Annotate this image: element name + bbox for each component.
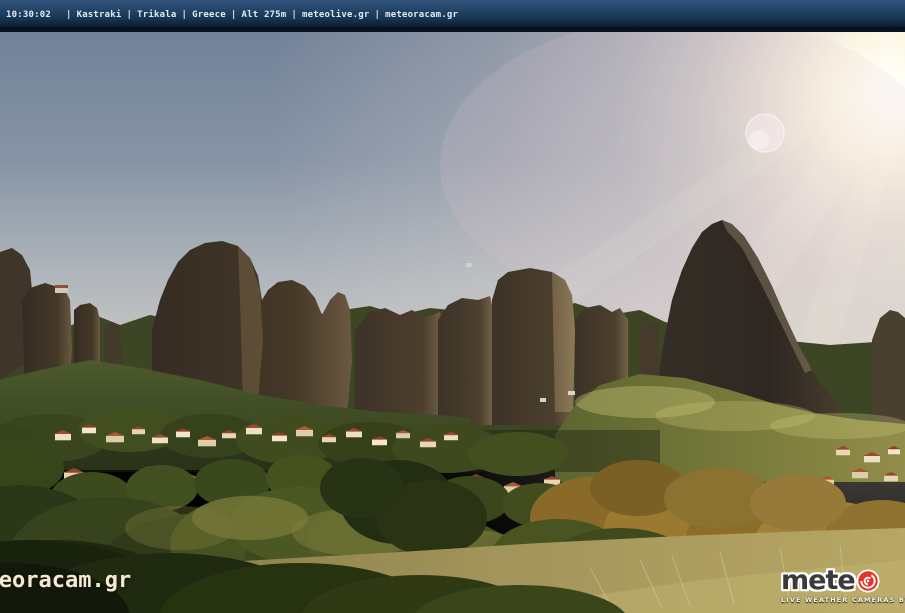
overlay-altitude: Alt 275m: [241, 10, 286, 20]
meteo-logo: mete LIVE WEATHER CAMERAS BY: [781, 567, 905, 604]
lens-flare: [746, 114, 784, 152]
separator: |: [374, 10, 380, 20]
watermark-meteoracam: meteoracam.gr: [0, 568, 131, 593]
meteo-rings-icon: [856, 569, 880, 593]
overlay-time: 10:30:02: [6, 10, 51, 20]
separator: |: [182, 10, 188, 20]
webcam-photo: [0, 0, 905, 613]
meteo-logo-text: mete: [781, 568, 855, 594]
overlay-prefecture: Trikala: [137, 10, 176, 20]
separator: |: [66, 10, 72, 20]
webcam-screenshot: 10:30:02 | Kastraki | Trikala | Greece | Alt 275…: [0, 0, 905, 613]
overlay-site-meteolive: meteolive.gr: [302, 10, 369, 20]
separator: |: [127, 10, 133, 20]
separator: |: [291, 10, 297, 20]
overlay-site-meteoracam: meteoracam.gr: [385, 10, 458, 20]
overlay-info-bar: 10:30:02 | Kastraki | Trikala | Greece | Alt 275…: [0, 0, 905, 32]
overlay-village: Kastraki: [77, 10, 122, 20]
meteo-logo-tagline: LIVE WEATHER CAMERAS BY: [781, 596, 905, 604]
separator: |: [231, 10, 237, 20]
overlay-country: Greece: [192, 10, 226, 20]
